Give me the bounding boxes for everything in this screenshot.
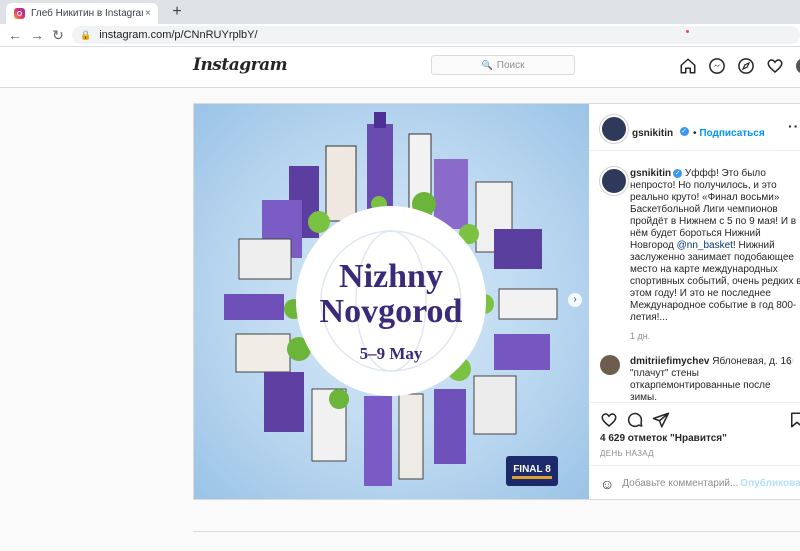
address-bar[interactable]: 🔒 instagram.com/p/CNnRUYrplbY/ [72,26,800,44]
badge-text: FINAL 8 [513,464,551,475]
messenger-icon[interactable] [708,57,726,75]
url-text: instagram.com/p/CNnRUYrplbY/ [99,29,258,41]
instagram-header: Instagram 🔍 Поиск [0,47,800,88]
post-caption: gsnikitin ✓ Уффф! Это было непросто! Но п… [630,168,800,324]
caption-text-1: Уффф! Это было непросто! Но получилось, … [630,168,797,251]
new-tab-button[interactable]: + [168,3,186,21]
post-header-text: gsnikitin ✓ • Подписаться [632,123,765,141]
final8-badge: FINAL 8 [506,456,558,486]
heart-icon[interactable] [766,57,784,75]
instagram-favicon-icon [14,8,25,19]
publish-button[interactable]: Опубликовать [740,478,800,489]
caption-timestamp: 1 дн. [630,331,651,341]
post-timestamp: ДЕНЬ НАЗАД [600,449,654,458]
notification-dot [686,30,689,33]
emoji-icon[interactable]: ☺ [600,476,614,492]
more-options-icon[interactable]: ··· [788,118,800,134]
share-icon[interactable] [652,411,670,429]
reload-icon[interactable]: ↻ [49,26,67,44]
post-image[interactable]: Nizhny Novgorod 5–9 May FINAL 8 › [194,104,589,499]
commenter-username[interactable]: dmitriiefimychev [630,356,709,367]
comment-item: dmitriiefimychev Яблоневая, д. 16 "плачу… [630,356,798,404]
search-icon: 🔍 [481,59,493,70]
mention-link[interactable]: @nn_basket [677,240,733,251]
forward-arrow-icon[interactable]: → [28,26,46,44]
caption-author-username[interactable]: gsnikitin [630,168,671,179]
home-icon[interactable] [679,57,697,75]
tab-title: Глеб Никитин в Instagram: «Уфф [31,8,143,19]
browser-tab-bar: Глеб Никитин в Instagram: «Уфф × + [0,0,800,24]
likes-count[interactable]: 4 629 отметок "Нравится" [600,433,727,444]
comment-like-icon[interactable]: ♡ [786,357,794,368]
verified-badge-icon: ✓ [679,127,689,137]
author-avatar[interactable] [600,115,628,143]
post-card: Nizhny Novgorod 5–9 May FINAL 8 › gsniki… [193,103,800,500]
bookmark-icon[interactable] [788,411,800,429]
comment-bubble-icon[interactable] [626,411,644,429]
post-sidebar: gsnikitin ✓ • Подписаться ··· gsnikitin✓… [590,104,800,499]
instagram-logo[interactable]: Instagram [193,55,288,75]
follow-button[interactable]: Подписаться [699,128,764,139]
image-title-line2: Novgorod [320,293,463,330]
post-actions: 4 629 отметок "Нравится" ДЕНЬ НАЗАД ☺ До… [590,402,800,500]
tab-close-icon[interactable]: × [145,8,151,19]
divider [193,531,800,532]
browser-toolbar: ← → ↻ 🔒 instagram.com/p/CNnRUYrplbY/ [0,24,800,47]
commenter-avatar[interactable] [600,355,620,375]
next-image-button[interactable]: › [568,293,582,307]
search-placeholder: Поиск [496,59,525,71]
profile-avatar[interactable] [796,58,800,74]
caption-author-avatar[interactable] [600,167,628,195]
image-title-line1: Nizhny [339,258,443,295]
author-username[interactable]: gsnikitin [632,128,673,139]
city-circle-illustration: Nizhny Novgorod 5–9 May FINAL 8 [224,112,558,486]
image-dates: 5–9 May [360,344,423,363]
post-header: gsnikitin ✓ • Подписаться ··· [590,104,800,151]
browser-tab[interactable]: Глеб Никитин в Instagram: «Уфф × [6,3,158,24]
explore-icon[interactable] [737,57,755,75]
lock-icon: 🔒 [80,29,92,40]
caption-verified-icon: ✓ [673,168,683,178]
back-arrow-icon[interactable]: ← [6,26,24,44]
search-input[interactable]: 🔍 Поиск [431,55,575,75]
add-comment-bar: ☺ Добавьте комментарий... Опубликовать [590,465,800,501]
like-heart-icon[interactable] [600,411,618,429]
comment-input[interactable]: Добавьте комментарий... [622,478,738,489]
caption-text-2: ! Нижний заслуженно занимает подобающее … [630,240,800,323]
